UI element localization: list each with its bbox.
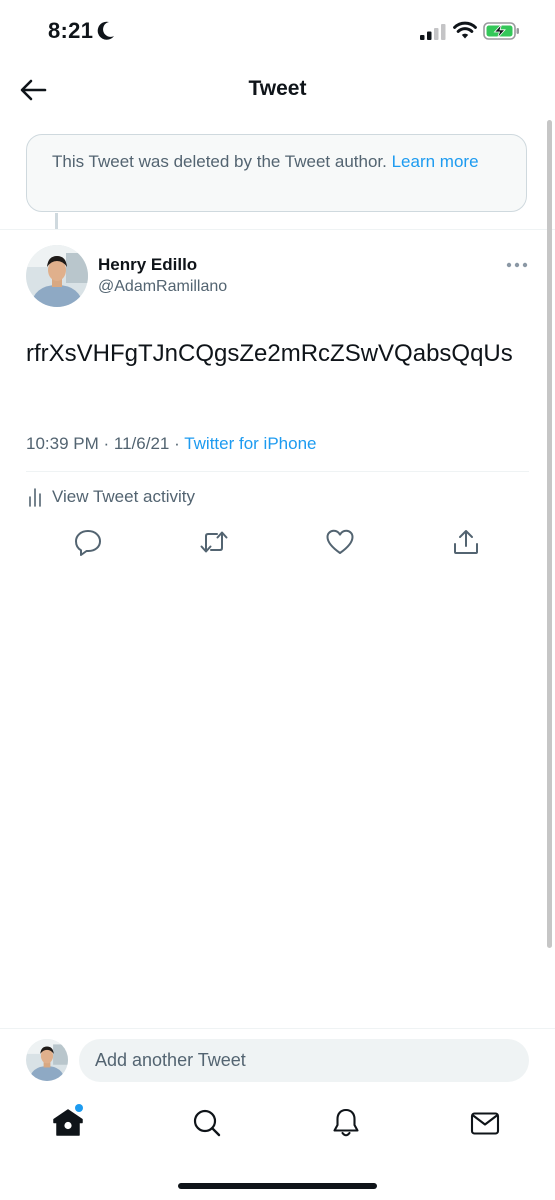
view-tweet-activity-label: View Tweet activity <box>52 487 195 506</box>
thread-connector-line <box>55 213 58 229</box>
divider <box>0 1028 555 1029</box>
reply-icon[interactable] <box>73 527 103 557</box>
avatar-photo <box>26 245 88 307</box>
status-time: 8:21 <box>48 18 94 43</box>
meta-separator: · <box>174 434 180 453</box>
divider <box>26 471 529 472</box>
page-title: Tweet <box>248 77 307 100</box>
meta-separator: · <box>103 434 110 453</box>
author-avatar[interactable] <box>26 245 88 307</box>
more-icon[interactable] <box>506 258 528 272</box>
deleted-notice-text: This Tweet was deleted by the Tweet auth… <box>52 152 387 171</box>
wifi-icon <box>453 21 477 39</box>
author-handle[interactable]: @AdamRamillano <box>98 278 227 296</box>
view-tweet-activity-button[interactable]: View Tweet activity <box>28 485 195 509</box>
tweet-text: rfrXsVHFgTJnCQgsZe2mRcZSwVQabsQqUs <box>26 340 513 367</box>
battery-charging-icon <box>483 22 519 40</box>
home-notification-dot <box>75 1104 83 1112</box>
author-name[interactable]: Henry Edillo <box>98 255 197 275</box>
deleted-tweet-notice: This Tweet was deleted by the Tweet auth… <box>26 134 527 212</box>
avatar-photo <box>26 1039 68 1081</box>
heart-icon[interactable] <box>325 527 355 557</box>
add-another-tweet-input[interactable] <box>79 1039 529 1082</box>
tweet-time: 10:39 PM <box>26 434 99 453</box>
divider <box>0 229 555 230</box>
learn-more-link[interactable]: Learn more <box>392 152 479 171</box>
search-icon[interactable] <box>190 1106 224 1140</box>
cellular-signal-icon <box>420 24 446 40</box>
home-indicator[interactable] <box>178 1183 377 1189</box>
analytics-icon <box>29 488 41 507</box>
tweet-meta: 10:39 PM · 11/6/21 · Twitter for iPhone <box>26 434 316 454</box>
retweet-icon[interactable] <box>199 527 229 557</box>
scrollbar[interactable] <box>547 120 552 948</box>
tweet-date: 11/6/21 <box>113 434 170 453</box>
compose-avatar <box>26 1039 68 1081</box>
tweet-source-link[interactable]: Twitter for iPhone <box>184 434 316 453</box>
moon-icon <box>97 21 114 40</box>
share-icon[interactable] <box>451 527 481 557</box>
mail-icon[interactable] <box>468 1106 502 1140</box>
bell-icon[interactable] <box>329 1106 363 1140</box>
